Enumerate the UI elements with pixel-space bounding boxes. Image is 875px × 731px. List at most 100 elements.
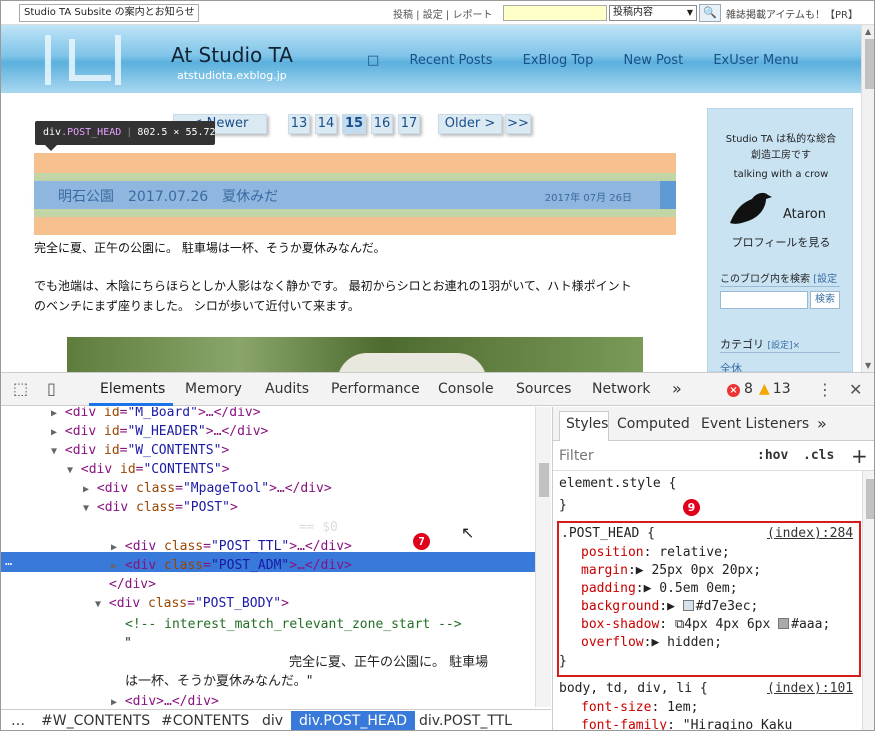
nav-exblog-top[interactable]: ExBlog Top <box>523 53 594 68</box>
dom-node-post-adm[interactable]: ▶ <div class="POST_ADM">…</div> <box>111 556 352 575</box>
dom-node-post-body[interactable]: ▼ <div class="POST_BODY"> <box>95 594 289 613</box>
prop-box-shadow[interactable]: box-shadow: ⧉4px 4px 6px #aaa; <box>581 616 830 634</box>
prop-font-family[interactable]: font-family: "Hiragino Kaku <box>581 717 792 730</box>
dom-node-post[interactable]: ▼ <div class="POST"> <box>83 498 238 517</box>
warning-counter[interactable]: ▲ 13 <box>759 381 791 397</box>
inspect-element-icon[interactable]: ⬚ <box>13 379 28 398</box>
subsite-notice-select[interactable]: Studio TA Subsite の案内とお知らせ <box>19 4 199 22</box>
prop-position[interactable]: position: relative; <box>581 544 730 562</box>
category-label: カテゴリ [設定]× <box>720 338 801 351</box>
breadcrumb-contents[interactable]: #CONTENTS <box>161 713 249 729</box>
chevron-down-icon: ▼ <box>686 8 693 17</box>
styles-scrollbar[interactable] <box>862 471 874 730</box>
styles-filter-input[interactable]: Filter <box>559 448 594 464</box>
pr-link[interactable]: 雑誌掲載アイテムも！【PR】 <box>726 6 858 21</box>
breadcrumb-post-ttl[interactable]: div.POST_TTL <box>419 713 512 729</box>
error-counter[interactable]: × 8 <box>727 381 753 397</box>
dom-node-w-header[interactable]: ▶ <div id="W_HEADER">…</div> <box>51 422 268 441</box>
dom-tree-scrollbar[interactable] <box>535 407 551 707</box>
nav-recent-posts[interactable]: Recent Posts <box>409 53 492 68</box>
tab-performance[interactable]: Performance <box>331 381 420 397</box>
prop-background[interactable]: background:▶ #d7e3ec; <box>581 598 758 616</box>
active-tab-indicator <box>89 403 173 406</box>
rule-selector[interactable]: .POST_HEAD { <box>561 525 655 543</box>
post-title[interactable]: 明石公園 2017.07.26 夏休みだ <box>58 186 278 206</box>
prop-font-size[interactable]: font-size: 1em; <box>581 699 698 717</box>
page-scrollbar[interactable]: ▲ ▼ <box>861 25 874 372</box>
kebab-menu-icon[interactable]: ⋮ <box>817 380 833 399</box>
tab-event-listeners[interactable]: Event Listeners <box>701 416 809 432</box>
tab-console[interactable]: Console <box>438 381 494 397</box>
device-toolbar-icon[interactable]: ▯ <box>47 379 56 398</box>
shadow-editor-icon: ⧉ <box>674 617 685 632</box>
tab-styles[interactable]: Styles <box>566 416 608 432</box>
sidebar: Studio TA は私的な総合 創造工房です talking with a c… <box>707 108 854 375</box>
prop-padding[interactable]: padding:▶ 0.5em 0em; <box>581 580 738 598</box>
tab-memory[interactable]: Memory <box>185 381 242 397</box>
callout-badge-7: 7 <box>413 533 430 550</box>
prop-margin[interactable]: margin:▶ 25px 0px 20px; <box>581 562 761 580</box>
search-icon[interactable]: 🔍 <box>699 4 721 22</box>
tab-elements[interactable]: Elements <box>100 381 165 397</box>
tab-computed[interactable]: Computed <box>617 416 690 432</box>
category-settings-link[interactable]: [設定]× <box>768 341 801 351</box>
sidebar-search-input[interactable] <box>720 291 808 309</box>
blog-search-input[interactable] <box>503 5 607 21</box>
breadcrumb-post-head[interactable]: div.POST_HEAD <box>291 711 416 730</box>
mouse-cursor-icon: ↖ <box>461 523 475 542</box>
search-settings-link[interactable]: [設定 <box>813 274 837 285</box>
pager-page-13[interactable]: 13 <box>288 114 310 134</box>
pager-older[interactable]: Older > <box>438 114 502 134</box>
element-style-rule[interactable]: element.style { <box>559 475 676 493</box>
dom-node-m-board[interactable]: ▶ <div id="M_Board">…</div> <box>51 407 261 422</box>
page-scroll-thumb[interactable] <box>865 39 874 89</box>
pager-page-16[interactable]: 16 <box>371 114 393 134</box>
profile-name: Ataron <box>783 207 826 222</box>
dom-text-line-1[interactable]: 完全に夏、正午の公園に。 駐車場 <box>289 653 488 672</box>
hover-state-toggle[interactable]: :hov <box>757 448 788 463</box>
post-settings-report-links[interactable]: 投稿 | 設定 | レポート <box>393 6 492 21</box>
breadcrumb-div[interactable]: div <box>262 713 283 729</box>
close-devtools-icon[interactable]: ✕ <box>849 380 862 399</box>
pager-last[interactable]: >> <box>505 114 531 134</box>
rule2-source-link: (index):101 <box>767 681 854 696</box>
dom-text-quote[interactable]: " <box>125 634 131 653</box>
blog-title[interactable]: At Studio TA <box>171 43 293 67</box>
styles-scroll-thumb[interactable] <box>866 479 874 519</box>
profile-link[interactable]: プロフィールを見る <box>708 234 854 250</box>
dom-node-post-head[interactable]: ▼ <div class="POST_HEAD"> == $0 <box>97 518 338 537</box>
more-tabs-icon[interactable]: » <box>672 379 682 398</box>
dom-node-inner-div[interactable]: ▶ <div>…</div> <box>111 692 219 707</box>
dom-node-post-ttl[interactable]: ▶ <div class="POST_TTL">…</div> <box>111 537 352 556</box>
blog-logo <box>45 35 125 85</box>
scroll-down-icon[interactable]: ▼ <box>865 361 871 370</box>
scroll-up-icon[interactable]: ▲ <box>865 27 871 36</box>
class-toggle[interactable]: .cls <box>803 448 834 463</box>
more-style-tabs-icon[interactable]: » <box>817 414 827 433</box>
nav-new-post[interactable]: New Post <box>623 53 683 68</box>
dom-node-contents[interactable]: ▼ <div id="CONTENTS"> <box>67 460 230 479</box>
nav-exuser-menu[interactable]: ExUser Menu <box>713 53 798 68</box>
search-scope-select[interactable]: 投稿内容 ▼ <box>609 5 697 21</box>
new-rule-icon[interactable]: + <box>851 444 868 468</box>
breadcrumb-w-contents[interactable]: #W_CONTENTS <box>41 713 150 729</box>
sidebar-tagline: talking with a crow <box>733 169 829 180</box>
breadcrumb-more[interactable]: … <box>11 713 25 729</box>
color-swatch-icon <box>778 618 790 629</box>
sidebar-search-button[interactable]: 検索 <box>810 291 840 309</box>
pager-page-17[interactable]: 17 <box>398 114 420 134</box>
tab-network[interactable]: Network <box>592 381 650 397</box>
dom-node-close-div[interactable]: </div> <box>109 575 156 594</box>
dom-comment-node[interactable]: <!-- interest_match_relevant_zone_start … <box>125 615 462 634</box>
rule2-selector[interactable]: body, td, div, li { <box>559 680 708 698</box>
dom-text-line-2[interactable]: は一杯、そうか夏休みなんだ。" <box>125 672 313 691</box>
row-actions-icon[interactable]: … <box>5 554 12 568</box>
pager-page-14[interactable]: 14 <box>315 114 337 134</box>
tab-audits[interactable]: Audits <box>265 381 309 397</box>
nav-square-icon[interactable]: □ <box>367 53 379 68</box>
prop-overflow[interactable]: overflow:▶ hidden; <box>581 634 722 652</box>
dom-scroll-thumb[interactable] <box>539 463 549 497</box>
dom-node-w-contents[interactable]: ▼ <div id="W_CONTENTS"> <box>51 441 229 460</box>
dom-node-mpagetool[interactable]: ▶ <div class="MpageTool">…</div> <box>83 479 332 498</box>
tab-sources[interactable]: Sources <box>516 381 571 397</box>
